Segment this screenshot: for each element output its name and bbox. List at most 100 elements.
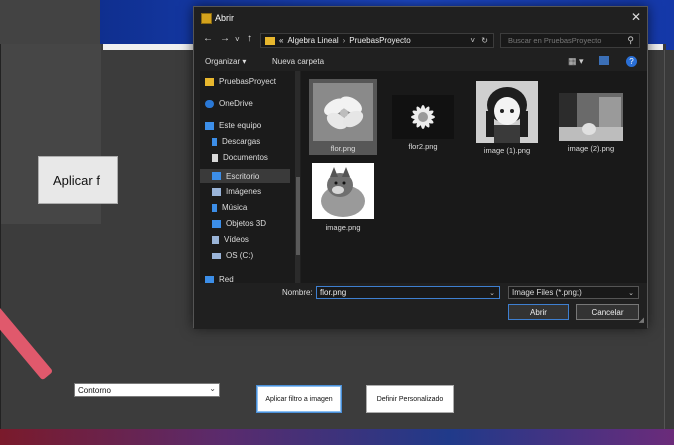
filetype-select[interactable]: Image Files (*.png;) ⌄ — [508, 286, 639, 299]
daisy-thumbnail — [392, 95, 454, 139]
file-item[interactable]: image (2).png — [557, 79, 625, 155]
refresh-icon[interactable]: ↻ — [481, 36, 488, 45]
up-arrow-icon[interactable]: ↑ — [247, 33, 252, 44]
anime-girl-thumbnail — [476, 81, 538, 143]
folder-icon — [265, 36, 275, 45]
sidebar-item-label: Este equipo — [219, 121, 262, 130]
breadcrumb-algebra-lineal[interactable]: Algebra Lineal — [287, 36, 338, 45]
search-placeholder: Buscar en PruebasProyecto — [508, 36, 602, 45]
file-item[interactable]: flor2.png — [389, 79, 457, 155]
file-item[interactable]: image (1).png — [473, 79, 541, 155]
sidebar-item-label: OneDrive — [219, 99, 253, 108]
cancel-button[interactable]: Cancelar — [576, 304, 639, 320]
forward-arrow-icon[interactable]: → — [220, 33, 230, 44]
define-custom-button[interactable]: Definir Personalizado — [366, 385, 454, 413]
sidebar-item-label: OS (C:) — [226, 251, 254, 260]
recent-locations-icon[interactable]: ˅ — [235, 35, 240, 44]
sidebar-item-videos[interactable]: Vídeos — [212, 235, 249, 244]
street-scene-thumbnail — [559, 93, 623, 141]
apply-button-label: Aplicar f — [53, 172, 100, 188]
file-name: image.png — [325, 223, 361, 232]
sidebar-item-label: Escritorio — [226, 171, 260, 181]
sidebar-item-onedrive[interactable]: OneDrive — [205, 99, 253, 108]
cloud-icon — [205, 99, 214, 108]
navigation-pane: PruebasProyect OneDrive Este equipo Desc… — [200, 71, 300, 283]
preview-pane-icon[interactable] — [599, 56, 609, 65]
navigation-bar: ← → ˅ ↑ « Algebra Lineal › PruebasProyec… — [194, 29, 647, 51]
dog-thumbnail — [312, 163, 374, 219]
flower-thumbnail — [313, 83, 373, 141]
dialog-toolbar: Organizar ▾ Nueva carpeta ▦ ▾ ? — [194, 53, 647, 71]
open-button-label: Abrir — [530, 307, 547, 317]
apply-button-partial[interactable]: Aplicar f — [38, 156, 118, 204]
app-icon — [201, 13, 212, 24]
computer-icon — [205, 121, 214, 130]
image-icon — [212, 187, 221, 196]
file-name: image (2).png — [567, 144, 615, 153]
breadcrumb-separator: › — [342, 36, 346, 45]
filename-value: flor.png — [320, 288, 347, 297]
sidebar-scrollbar[interactable] — [295, 71, 300, 283]
chevron-down-icon[interactable]: ⌄ — [489, 289, 495, 297]
open-file-dialog: Abrir ✕ ← → ˅ ↑ « Algebra Lineal › Prueb… — [193, 6, 648, 329]
filename-input[interactable]: flor.png ⌄ — [316, 286, 500, 299]
new-folder-button[interactable]: Nueva carpeta — [272, 57, 324, 66]
file-item[interactable]: flor.png — [309, 79, 377, 155]
filter-select-value: Contorno — [78, 385, 111, 395]
file-name: flor.png — [330, 144, 356, 153]
sidebar-item-label: Descargas — [222, 137, 261, 146]
define-custom-label: Definir Personalizado — [376, 395, 444, 403]
organize-menu[interactable]: Organizar ▾ — [205, 57, 246, 66]
taskbar-strip — [0, 429, 674, 445]
file-name: image (1).png — [483, 146, 531, 155]
sidebar-item-documentos[interactable]: Documentos — [212, 153, 268, 162]
sidebar-item-objetos-3d[interactable]: Objetos 3D — [212, 219, 266, 228]
open-button[interactable]: Abrir — [508, 304, 569, 320]
filename-label: Nombre: — [282, 288, 313, 297]
sidebar-item-red[interactable]: Red — [205, 275, 234, 283]
chevron-down-icon[interactable]: ˅ — [470, 36, 475, 45]
sidebar-item-label: Vídeos — [224, 235, 249, 244]
sidebar-item-imagenes[interactable]: Imágenes — [212, 187, 261, 196]
file-item[interactable]: image.png — [309, 159, 377, 235]
cube-icon — [212, 219, 221, 228]
breadcrumb-pruebas-proyecto[interactable]: PruebasProyecto — [349, 36, 410, 45]
desktop-icon — [212, 172, 221, 180]
sidebar-item-musica[interactable]: Música — [212, 203, 247, 212]
chevron-down-icon[interactable]: ⌄ — [628, 289, 634, 297]
sidebar-item-label: Objetos 3D — [226, 219, 267, 228]
sidebar-item-escritorio[interactable]: Escritorio — [200, 169, 290, 183]
dialog-title: Abrir — [215, 13, 235, 23]
help-icon[interactable]: ? — [626, 56, 637, 67]
breadcrumb-overflow[interactable]: « — [279, 36, 283, 45]
apply-filter-label: Aplicar filtro a imagen — [265, 395, 333, 403]
view-options-icon[interactable]: ▦ ▾ — [568, 56, 584, 67]
apply-filter-button[interactable]: Aplicar filtro a imagen — [256, 385, 342, 413]
sidebar-item-label: PruebasProyect — [219, 77, 276, 86]
close-icon[interactable]: ✕ — [631, 10, 641, 24]
sidebar-item-label: Imágenes — [226, 187, 262, 196]
back-arrow-icon[interactable]: ← — [203, 33, 213, 44]
cancel-button-label: Cancelar — [591, 307, 624, 317]
sidebar-item-descargas[interactable]: Descargas — [212, 137, 260, 146]
download-icon — [212, 137, 217, 146]
sidebar-item-label: Red — [219, 275, 234, 283]
sidebar-item-pruebasproyecto[interactable]: PruebasProyect — [205, 77, 276, 86]
network-icon — [205, 275, 214, 283]
video-icon — [212, 235, 219, 244]
folder-icon — [205, 77, 214, 86]
sidebar-item-os-c[interactable]: OS (C:) — [212, 251, 253, 260]
search-icon: ⚲ — [627, 35, 634, 45]
filter-select[interactable]: Contorno ⌄ — [74, 383, 220, 397]
app-window-right-edge — [664, 50, 674, 429]
search-box[interactable]: Buscar en PruebasProyecto ⚲ — [500, 33, 640, 48]
drive-icon — [212, 252, 221, 259]
file-name: flor2.png — [408, 142, 438, 151]
scrollbar-thumb[interactable] — [296, 177, 300, 255]
sidebar-item-este-equipo[interactable]: Este equipo — [205, 121, 261, 130]
document-icon — [212, 153, 218, 162]
music-icon — [212, 203, 217, 212]
filetype-value: Image Files (*.png;) — [512, 288, 582, 297]
address-bar[interactable]: « Algebra Lineal › PruebasProyecto ˅ ↻ — [260, 33, 494, 48]
resize-grip-icon[interactable]: ◢ — [639, 316, 644, 324]
